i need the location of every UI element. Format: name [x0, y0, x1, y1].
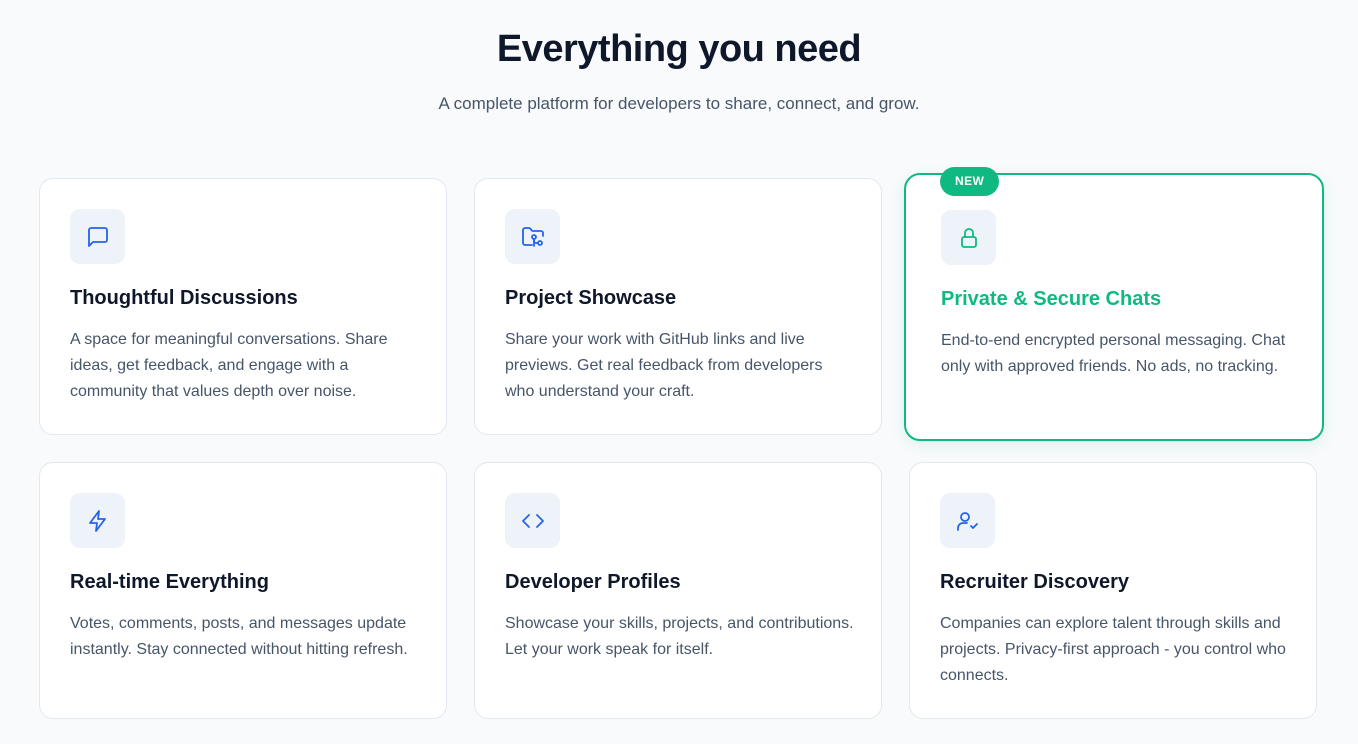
feature-card-discussions: Thoughtful Discussions A space for meani… [39, 178, 447, 435]
feature-card-showcase: Project Showcase Share your work with Gi… [474, 178, 882, 435]
feature-title: Recruiter Discovery [940, 571, 1129, 593]
folder-git-icon [505, 209, 560, 264]
feature-title: Thoughtful Discussions [70, 287, 298, 309]
feature-card-realtime: Real-time Everything Votes, comments, po… [39, 462, 447, 719]
section-subtitle: A complete platform for developers to sh… [438, 94, 920, 113]
feature-description: End-to-end encrypted personal messaging.… [941, 332, 1286, 375]
feature-title: Project Showcase [505, 287, 677, 309]
new-badge: NEW [940, 167, 1000, 196]
feature-description: Showcase your skills, projects, and cont… [505, 615, 854, 658]
code-icon [505, 493, 560, 548]
feature-title: Real-time Everything [70, 571, 269, 593]
feature-card-recruiter: Recruiter Discovery Companies can explor… [909, 462, 1317, 719]
feature-description: A space for meaningful conversations. Sh… [70, 331, 388, 400]
feature-description: Votes, comments, posts, and messages upd… [70, 615, 408, 658]
feature-card-secure-chats: Private & Secure Chats End-to-end encryp… [904, 173, 1324, 441]
feature-description: Companies can explore talent through ski… [940, 615, 1286, 684]
feature-title: Private & Secure Chats [941, 288, 1162, 310]
lock-icon [941, 210, 996, 265]
user-check-icon [940, 493, 995, 548]
section-title: Everything you need [496, 28, 862, 70]
feature-description: Share your work with GitHub links and li… [505, 331, 823, 400]
feature-title: Developer Profiles [505, 571, 681, 593]
message-square-icon [70, 209, 125, 264]
feature-card-profiles: Developer Profiles Showcase your skills,… [474, 462, 882, 719]
zap-icon [70, 493, 125, 548]
